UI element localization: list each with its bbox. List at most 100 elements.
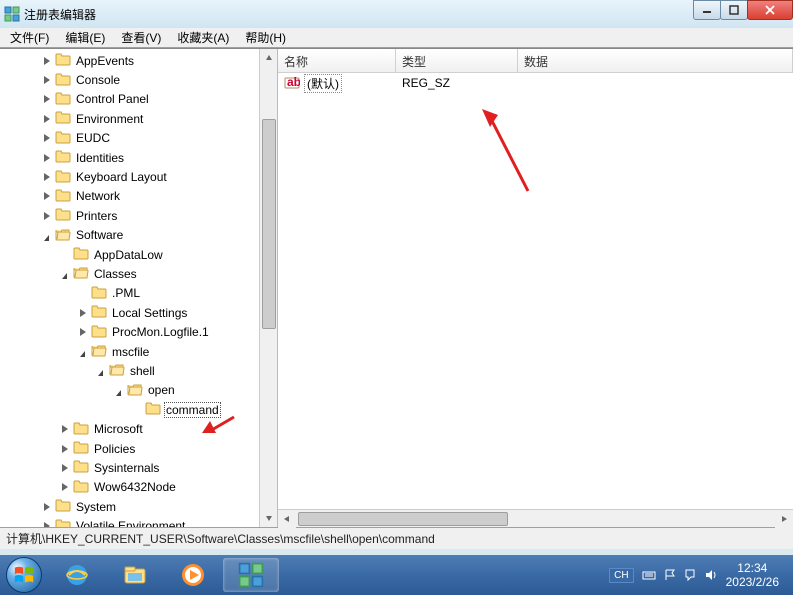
menu-file[interactable]: 文件(F) — [4, 28, 55, 47]
close-button[interactable] — [747, 0, 793, 20]
maximize-button[interactable] — [720, 0, 748, 20]
expand-icon[interactable] — [40, 93, 53, 106]
expand-icon[interactable] — [40, 112, 53, 125]
scroll-left-button[interactable] — [278, 510, 296, 528]
menu-edit[interactable]: 编辑(E) — [59, 28, 111, 47]
tree-item[interactable]: EUDC — [0, 129, 260, 148]
status-bar: 计算机\HKEY_CURRENT_USER\Software\Classes\m… — [0, 527, 793, 549]
tree-item[interactable]: .PML — [0, 284, 260, 303]
tree-view[interactable]: AppEventsConsoleControl PanelEnvironment… — [0, 49, 260, 527]
tree-item[interactable]: Sysinternals — [0, 458, 260, 477]
clock[interactable]: 12:34 2023/2/26 — [726, 561, 785, 590]
tray-flag-icon[interactable] — [664, 568, 676, 582]
tree-item[interactable]: Identities — [0, 148, 260, 167]
tree-item[interactable]: Microsoft — [0, 419, 260, 438]
expand-icon[interactable] — [40, 132, 53, 145]
collapse-icon[interactable] — [58, 267, 71, 280]
tree-item[interactable]: open — [0, 381, 260, 400]
tree-item[interactable]: shell — [0, 361, 260, 380]
collapse-icon[interactable] — [76, 345, 89, 358]
tree-item[interactable]: command — [0, 400, 260, 419]
expand-icon[interactable] — [40, 500, 53, 513]
tree-item[interactable]: ProcMon.Logfile.1 — [0, 322, 260, 341]
tree-item-label: Volatile Environment — [74, 519, 187, 527]
tree-item[interactable]: AppDataLow — [0, 245, 260, 264]
tree-item-label: command — [164, 402, 221, 418]
ie-icon — [63, 561, 91, 589]
expand-icon[interactable] — [40, 209, 53, 222]
collapse-icon[interactable] — [112, 384, 125, 397]
scroll-right-button[interactable] — [775, 510, 793, 528]
tree-item[interactable]: Classes — [0, 264, 260, 283]
action-center-icon[interactable] — [684, 568, 696, 582]
windows-orb-icon — [6, 557, 42, 593]
menu-favorites[interactable]: 收藏夹(A) — [171, 28, 235, 47]
expand-icon[interactable] — [58, 442, 71, 455]
tree-item[interactable]: Volatile Environment — [0, 516, 260, 527]
tree-item[interactable]: AppEvents — [0, 51, 260, 70]
clock-time: 12:34 — [726, 561, 779, 575]
folder-icon — [55, 91, 74, 108]
volume-icon[interactable] — [704, 568, 718, 582]
collapse-icon[interactable] — [40, 229, 53, 242]
media-player-icon — [179, 561, 207, 589]
start-button[interactable] — [0, 555, 48, 595]
column-name[interactable]: 名称 — [278, 49, 396, 72]
expand-icon[interactable] — [40, 151, 53, 164]
menu-help[interactable]: 帮助(H) — [239, 28, 292, 47]
folder-icon — [73, 265, 92, 282]
list-scrollbar-horizontal[interactable] — [278, 509, 793, 527]
tree-item[interactable]: Wow6432Node — [0, 478, 260, 497]
scroll-thumb[interactable] — [262, 119, 276, 329]
tree-item[interactable]: mscfile — [0, 342, 260, 361]
tree-item[interactable]: Control Panel — [0, 90, 260, 109]
tree-item[interactable]: Local Settings — [0, 303, 260, 322]
folder-icon — [73, 440, 92, 457]
scroll-down-button[interactable] — [260, 509, 278, 527]
column-data[interactable]: 数据 — [518, 49, 793, 72]
expand-icon[interactable] — [76, 326, 89, 339]
tree-item[interactable]: Policies — [0, 439, 260, 458]
list-body[interactable]: ab (默认) REG_SZ — [278, 73, 793, 509]
folder-icon — [145, 401, 164, 418]
tree-scrollbar-vertical[interactable] — [259, 49, 277, 527]
taskbar-item-ie[interactable] — [49, 558, 105, 592]
tree-item[interactable]: System — [0, 497, 260, 516]
tree-item[interactable]: Environment — [0, 109, 260, 128]
expand-icon[interactable] — [40, 190, 53, 203]
minimize-button[interactable] — [693, 0, 721, 20]
tree-item[interactable]: Console — [0, 70, 260, 89]
folder-icon — [55, 227, 74, 244]
expand-icon[interactable] — [58, 423, 71, 436]
tree-item[interactable]: Software — [0, 226, 260, 245]
window-title: 注册表编辑器 — [24, 6, 789, 23]
tree-item[interactable]: Keyboard Layout — [0, 167, 260, 186]
regedit-icon — [4, 6, 20, 22]
keyboard-icon[interactable] — [642, 568, 656, 582]
taskbar-item-explorer[interactable] — [107, 558, 163, 592]
list-row[interactable]: ab (默认) REG_SZ — [278, 73, 793, 93]
column-type[interactable]: 类型 — [396, 49, 518, 72]
taskbar-item-mediaplayer[interactable] — [165, 558, 221, 592]
taskbar-item-regedit[interactable] — [223, 558, 279, 592]
collapse-icon[interactable] — [94, 364, 107, 377]
svg-text:ab: ab — [287, 75, 300, 89]
tree-item-label: Sysinternals — [92, 461, 161, 475]
maximize-icon — [729, 5, 739, 15]
expand-icon[interactable] — [58, 461, 71, 474]
language-indicator[interactable]: CH — [609, 568, 633, 583]
tree-item[interactable]: Printers — [0, 206, 260, 225]
expand-icon[interactable] — [58, 481, 71, 494]
scroll-up-button[interactable] — [260, 49, 278, 67]
menu-view[interactable]: 查看(V) — [115, 28, 167, 47]
expand-icon[interactable] — [40, 520, 53, 527]
list-header: 名称 类型 数据 — [278, 49, 793, 73]
tree-item[interactable]: Network — [0, 187, 260, 206]
expand-icon[interactable] — [40, 171, 53, 184]
expand-icon[interactable] — [40, 54, 53, 67]
folder-icon — [91, 343, 110, 360]
tree-item-label: mscfile — [110, 345, 151, 359]
expand-icon[interactable] — [76, 306, 89, 319]
scroll-thumb[interactable] — [298, 512, 508, 526]
expand-icon[interactable] — [40, 74, 53, 87]
